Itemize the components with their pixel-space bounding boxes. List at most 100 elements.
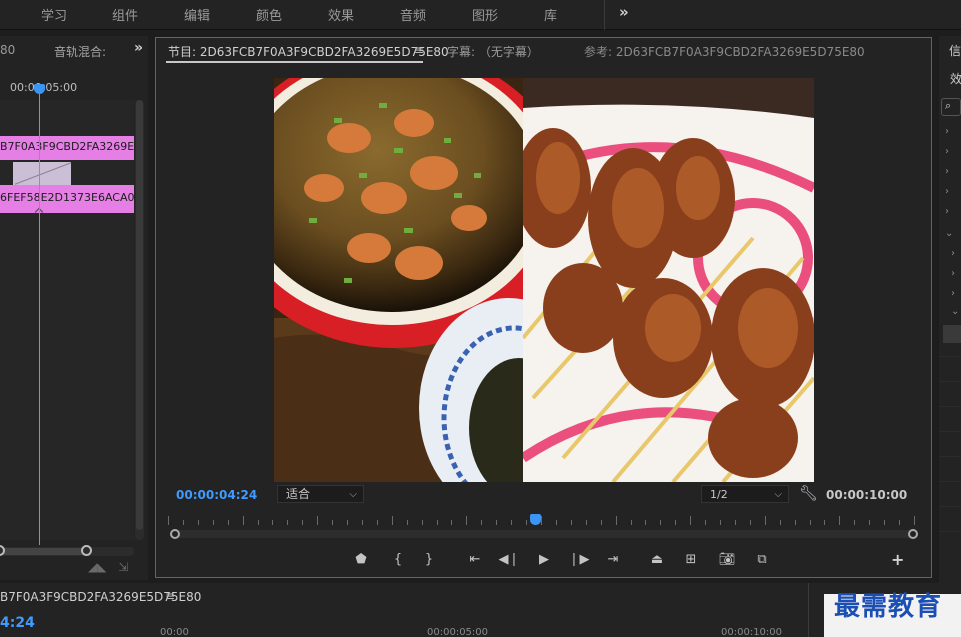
audio-clip-label: 6FEF58E2D1373E6ACA0D83 [0, 191, 134, 204]
ruler-tick [317, 516, 318, 525]
workspace-color[interactable]: 颜色 [256, 5, 282, 24]
zoom-level-value: 适合 [286, 487, 311, 501]
mark-out-icon[interactable]: } [418, 550, 440, 570]
effects-search-icon[interactable]: ⌕ [941, 98, 961, 116]
panel-divider [808, 583, 809, 637]
workspace-graphics[interactable]: 图形 [472, 5, 498, 24]
tab-partial[interactable]: 80 [0, 43, 15, 57]
go-to-in-icon[interactable]: ⇤ [464, 550, 486, 570]
playhead-line[interactable] [39, 90, 40, 545]
zoom-bar-left-handle[interactable] [170, 529, 180, 539]
effects-folder-expanded-chevron[interactable]: ⌄ [945, 228, 953, 239]
monitor-playhead[interactable] [530, 514, 541, 525]
workspace-effects[interactable]: 效果 [328, 5, 354, 24]
row-separator [939, 431, 961, 432]
ruler-tick [422, 520, 423, 525]
tab-effects[interactable]: 效 [950, 70, 961, 87]
button-editor-add-icon[interactable]: + [891, 550, 904, 569]
workspace-audio[interactable]: 音频 [400, 5, 426, 24]
workspace-editing[interactable]: 编辑 [184, 5, 210, 24]
horizontal-scrollbar[interactable] [0, 545, 134, 556]
effects-folder-chevron[interactable]: › [945, 126, 949, 137]
effects-folder-chevron[interactable]: › [945, 146, 949, 157]
play-icon[interactable]: ▶ [533, 550, 555, 570]
playback-resolution-select[interactable]: 1/2 ⌵ [701, 485, 789, 503]
current-timecode[interactable]: 00:00:04:24 [176, 488, 257, 502]
ruler-tick [914, 516, 915, 525]
workspace-assembly[interactable]: 组件 [112, 5, 138, 24]
horizontal-scroll-thumb[interactable] [0, 548, 88, 555]
mark-in-icon[interactable]: { [387, 550, 409, 570]
playback-resolution-value: 1/2 [710, 488, 728, 501]
time-ruler[interactable] [168, 514, 916, 526]
ruler-tick [481, 520, 482, 525]
tab-info[interactable]: 信 [949, 42, 961, 59]
row-separator [939, 531, 961, 532]
effects-subfolder-expanded-chevron[interactable]: ⌄ [951, 306, 959, 317]
ruler-tick [377, 520, 378, 525]
zoom-bar-right-handle[interactable] [908, 529, 918, 539]
sequence-tab-menu-icon[interactable]: ≡ [165, 589, 175, 603]
noodles-image [274, 78, 523, 482]
left-tabs-more-icon[interactable]: » [134, 40, 143, 56]
ruler-tick [795, 520, 796, 525]
zoom-scroll-bar[interactable] [170, 529, 918, 539]
workspace-libraries[interactable]: 库 [544, 5, 557, 24]
tab-captions[interactable]: 字幕: （无字幕） [447, 43, 539, 60]
effects-subfolder-chevron[interactable]: › [951, 288, 955, 299]
lift-icon[interactable]: ⏏︎ [646, 550, 668, 570]
effects-subfolder-chevron[interactable]: › [951, 268, 955, 279]
tab-reference[interactable]: 参考: 2D63FCB7F0A3F9CBD2FA3269E5D75E80 [584, 43, 865, 60]
effects-subfolder-chevron[interactable]: › [951, 248, 955, 259]
transport-controls: ⬟ { } ⇤ ◀❘ ▶ ❘▶ ⇥ ⏏︎ ⊞ 📷︎ ⧉ + [156, 550, 933, 570]
ruler-tick [675, 520, 676, 525]
timeline-tick-label: 00:00:10:00 [721, 627, 783, 637]
transition-clip[interactable] [13, 162, 72, 186]
panel-footer-icons: ◢◣ ⇲ [88, 560, 128, 574]
ruler-tick [168, 516, 169, 525]
video-preview[interactable] [274, 78, 814, 482]
comparison-view-icon[interactable]: ⧉ [751, 550, 773, 570]
zoom-handle-right[interactable] [81, 545, 92, 556]
video-clip[interactable]: B7F0A3F9CBD2FA3269E5D [0, 136, 134, 160]
ruler-tick [616, 516, 617, 525]
sequence-timecode[interactable]: 4:24 [0, 615, 35, 631]
workspace-learn[interactable]: 学习 [41, 5, 67, 24]
vertical-scroll-thumb[interactable] [136, 100, 143, 530]
zoom-level-select[interactable]: 适合 ⌵ [277, 485, 364, 503]
effects-folder-chevron[interactable]: › [945, 186, 949, 197]
ruler-tick [198, 520, 199, 525]
effects-folder-chevron[interactable]: › [945, 166, 949, 177]
ruler-tick [869, 520, 870, 525]
ruler-tick [451, 520, 452, 525]
ruler-tick [824, 520, 825, 525]
ruler-tick [183, 520, 184, 525]
program-monitor: 节目: 2D63FCB7F0A3F9CBD2FA3269E5D75E80 ≡ 字… [155, 37, 932, 578]
settings-wrench-icon[interactable]: 🔧︎ [799, 484, 818, 502]
effects-selected-row[interactable] [943, 325, 961, 343]
ruler-tick [541, 516, 542, 525]
transition-diagonal [14, 162, 72, 185]
tab-audio-track-mixer[interactable]: 音轨混合: [54, 43, 106, 60]
step-back-icon[interactable]: ◀❘ [498, 550, 520, 570]
audio-clip[interactable]: 6FEF58E2D1373E6ACA0D83 [0, 185, 134, 213]
tab-menu-icon[interactable]: ≡ [414, 43, 424, 57]
row-separator [939, 506, 961, 507]
ruler-tick [526, 520, 527, 525]
workspace-more-icon[interactable]: » [619, 3, 629, 21]
export-frame-camera-icon[interactable]: 📷︎ [716, 550, 738, 570]
add-marker-icon[interactable]: ⬟ [350, 550, 372, 570]
effects-folder-chevron[interactable]: › [945, 206, 949, 217]
ruler-tick [750, 520, 751, 525]
ruler-tick [332, 520, 333, 525]
extract-icon[interactable]: ⊞ [680, 550, 702, 570]
step-forward-icon[interactable]: ❘▶ [568, 550, 590, 570]
mute-icon[interactable]: ◢◣ [88, 560, 106, 574]
tab-program[interactable]: 节目: 2D63FCB7F0A3F9CBD2FA3269E5D75E80 [168, 43, 449, 60]
tab-program-underline [166, 61, 423, 63]
workspace-divider [604, 0, 605, 30]
go-to-out-icon[interactable]: ⇥ [602, 550, 624, 570]
ruler-tick [228, 520, 229, 525]
vertical-scrollbar[interactable] [135, 100, 144, 540]
export-icon[interactable]: ⇲ [118, 560, 128, 574]
